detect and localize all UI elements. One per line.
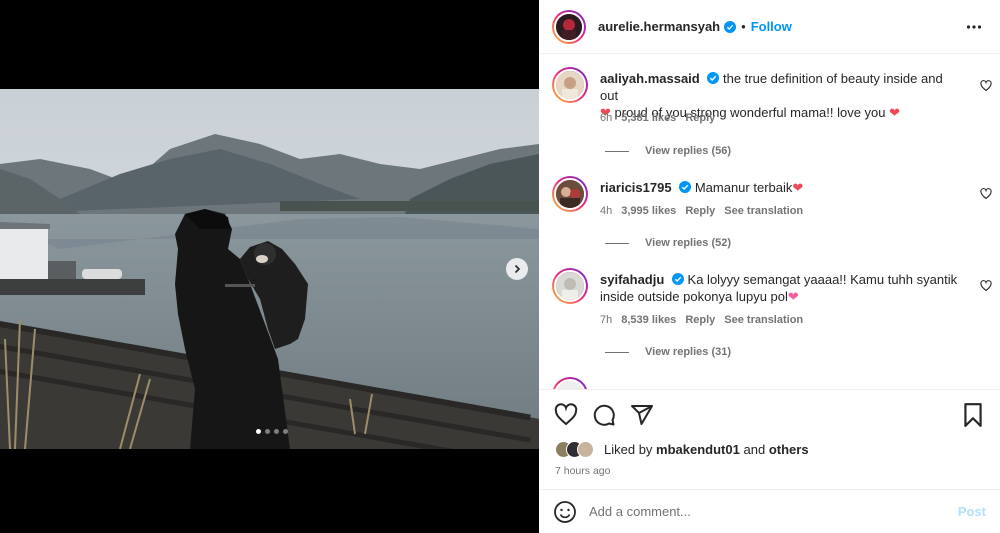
comment-text: riaricis1795 Mamanur terbaik❤ bbox=[600, 179, 960, 196]
reply-button[interactable]: Reply bbox=[685, 205, 715, 217]
view-replies-button[interactable]: View replies (31) bbox=[605, 346, 731, 358]
verified-badge-icon bbox=[707, 72, 720, 84]
heart-icon[interactable] bbox=[980, 280, 992, 292]
comments-list: aaliyah.massaid the true definition of b… bbox=[539, 55, 1000, 389]
heart-emoji: ❤ bbox=[792, 180, 804, 195]
comment-icon bbox=[593, 404, 615, 426]
bookmark-icon[interactable] bbox=[960, 402, 986, 428]
view-replies-label: View replies (56) bbox=[645, 145, 732, 157]
heart-emoji: ❤ bbox=[889, 105, 901, 120]
comment-content: inside outside pokonya lupyu pol bbox=[600, 289, 788, 304]
comment-likes[interactable]: 8,539 likes bbox=[621, 314, 676, 326]
comment-likes[interactable]: 3,995 likes bbox=[621, 205, 676, 217]
reply-button[interactable]: Reply bbox=[685, 314, 715, 326]
liker-avatars bbox=[555, 441, 594, 458]
heart-icon[interactable] bbox=[980, 80, 992, 92]
comment-time: 6h bbox=[600, 112, 613, 124]
likes-summary: Liked by mbakendut01 and others bbox=[555, 441, 809, 458]
author-username[interactable]: aurelie.hermansyah bbox=[598, 19, 720, 34]
commenter-username[interactable]: aaliyah.massaid bbox=[600, 71, 700, 86]
liked-by-user[interactable]: mbakendut01 bbox=[656, 442, 740, 457]
commenter-username[interactable]: syifahadju bbox=[600, 272, 664, 287]
comment-button[interactable] bbox=[591, 402, 617, 428]
chevron-right-icon bbox=[514, 264, 521, 274]
reply-button[interactable]: Reply bbox=[685, 112, 715, 124]
comment-meta: 4h 3,995 likes Reply See translation bbox=[600, 205, 803, 217]
post-side-panel: aurelie.hermansyah • Follow aaliyah.mass… bbox=[539, 0, 1000, 533]
see-translation-button[interactable]: See translation bbox=[724, 314, 803, 326]
carousel-next-button[interactable] bbox=[506, 258, 528, 280]
avatar bbox=[577, 441, 594, 458]
carousel-dot bbox=[265, 429, 270, 434]
comment-composer: Post bbox=[539, 489, 1000, 533]
see-translation-button[interactable]: See translation bbox=[724, 205, 803, 217]
commenter-avatar[interactable] bbox=[552, 268, 588, 304]
more-options-icon[interactable] bbox=[966, 19, 982, 35]
heart-icon[interactable] bbox=[980, 188, 992, 200]
comment-time: 4h bbox=[600, 205, 613, 217]
commenter-avatar[interactable] bbox=[552, 377, 588, 389]
comment-meta: 7h 8,539 likes Reply See translation bbox=[600, 314, 803, 326]
share-icon bbox=[631, 405, 653, 425]
carousel-dot bbox=[256, 429, 261, 434]
share-button[interactable] bbox=[629, 402, 655, 428]
comment-meta: 6h 5,381 likes Reply bbox=[600, 112, 715, 124]
post-header: aurelie.hermansyah • Follow bbox=[539, 0, 1000, 54]
action-icons bbox=[553, 402, 655, 428]
pink-heart-emoji: ❤ bbox=[787, 289, 799, 304]
author-avatar[interactable] bbox=[552, 9, 586, 44]
liked-by-others[interactable]: others bbox=[769, 442, 809, 457]
comment-time: 7h bbox=[600, 314, 613, 326]
view-replies-button[interactable]: View replies (52) bbox=[605, 237, 731, 249]
comment-likes[interactable]: 5,381 likes bbox=[621, 112, 676, 124]
like-button[interactable] bbox=[553, 402, 579, 428]
post-photo bbox=[0, 89, 539, 449]
commenter-avatar[interactable] bbox=[552, 176, 588, 212]
carousel-dot bbox=[274, 429, 279, 434]
verified-badge-icon bbox=[724, 20, 737, 33]
liked-by-prefix: Liked by bbox=[604, 442, 653, 457]
liked-by-conj: and bbox=[743, 442, 766, 457]
follow-button[interactable]: Follow bbox=[751, 19, 792, 34]
post-actions: Liked by mbakendut01 and others 7 hours … bbox=[539, 389, 1000, 489]
view-replies-label: View replies (31) bbox=[645, 346, 732, 358]
post-media bbox=[0, 0, 539, 533]
comment-input[interactable] bbox=[589, 504, 929, 519]
verified-badge-icon bbox=[671, 273, 684, 285]
commenter-username[interactable]: riaricis1795 bbox=[600, 180, 672, 195]
verified-badge-icon bbox=[679, 181, 692, 193]
comment-content: Ka lolyyy semangat yaaaa!! Kamu tuhh sya… bbox=[687, 272, 958, 287]
commenter-avatar[interactable] bbox=[552, 67, 588, 103]
carousel-dot bbox=[283, 429, 288, 434]
post-time[interactable]: 7 hours ago bbox=[555, 465, 610, 477]
view-replies-button[interactable]: View replies (56) bbox=[605, 145, 731, 157]
post-comment-button[interactable]: Post bbox=[958, 504, 986, 519]
emoji-icon[interactable] bbox=[553, 500, 577, 524]
heart-icon bbox=[554, 403, 578, 426]
view-replies-label: View replies (52) bbox=[645, 237, 732, 249]
comment-text: syifahadju Ka lolyyy semangat yaaaa!! Ka… bbox=[600, 271, 960, 305]
comment-content: Mamanur terbaik bbox=[694, 180, 793, 195]
carousel-indicator bbox=[256, 429, 288, 434]
header-separator: • bbox=[741, 19, 746, 34]
